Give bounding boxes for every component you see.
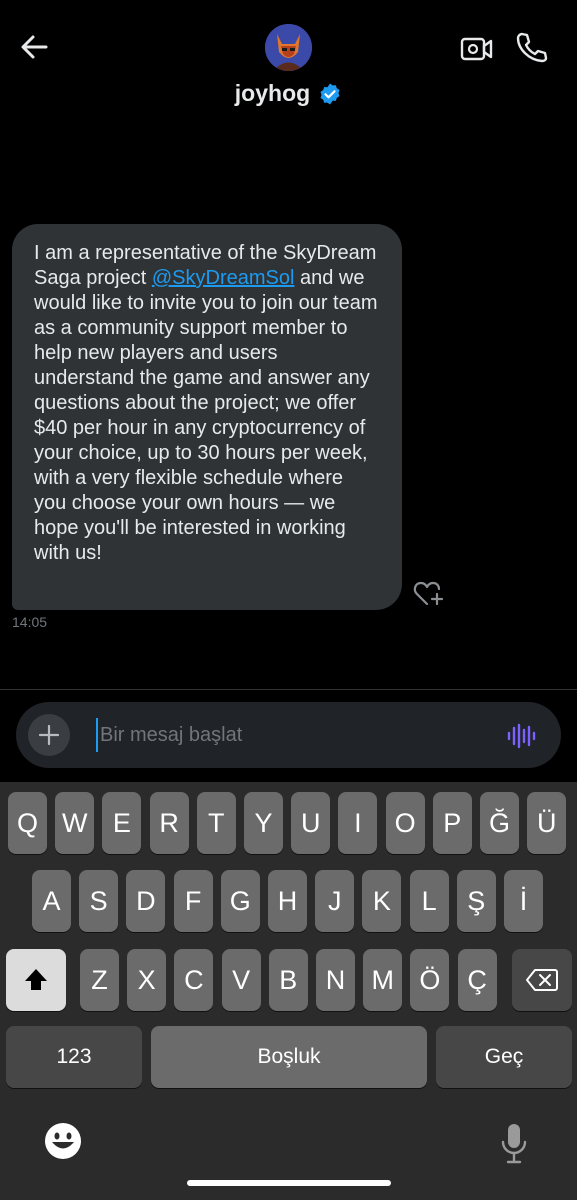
backspace-icon: [526, 969, 558, 991]
key-u[interactable]: U: [291, 792, 331, 854]
key-ü[interactable]: Ü: [527, 792, 567, 854]
on-screen-keyboard: QWERTYUIOPĞÜ ASDFGHJKLŞİ ZXCVBNMÖÇ 123 B…: [0, 782, 577, 1200]
key-q[interactable]: Q: [8, 792, 47, 854]
key-k[interactable]: K: [362, 870, 402, 932]
key-a[interactable]: A: [32, 870, 71, 932]
key-f[interactable]: F: [173, 870, 213, 932]
key-ö[interactable]: Ö: [410, 949, 450, 1011]
verified-badge-icon: [318, 82, 342, 106]
key-t[interactable]: T: [196, 792, 236, 854]
key-r[interactable]: R: [149, 792, 189, 854]
key-i[interactable]: I: [338, 792, 378, 854]
username: joyhog: [234, 80, 311, 106]
key-b[interactable]: B: [268, 949, 308, 1011]
voice-message-icon[interactable]: [506, 722, 536, 750]
key-l[interactable]: L: [409, 870, 449, 932]
back-arrow-icon[interactable]: [18, 30, 52, 64]
key-ş[interactable]: Ş: [456, 870, 496, 932]
key-ç[interactable]: Ç: [457, 949, 497, 1011]
key-n[interactable]: N: [316, 949, 355, 1011]
message-text: I am a representative of the SkyDream Sa…: [34, 241, 380, 566]
key-v[interactable]: V: [221, 949, 261, 1011]
avatar[interactable]: [265, 24, 312, 71]
composer-area: [0, 690, 577, 782]
conversation-header: joyhog: [0, 0, 577, 118]
key-m[interactable]: M: [363, 949, 403, 1011]
message-list: I am a representative of the SkyDream Sa…: [0, 118, 577, 690]
backspace-key[interactable]: [512, 949, 572, 1011]
message-timestamp: 14:05: [12, 614, 48, 630]
message-input[interactable]: [96, 718, 486, 752]
shift-key[interactable]: [6, 949, 66, 1011]
dictation-mic-icon[interactable]: [500, 1122, 528, 1164]
message-composer: [16, 702, 561, 768]
key-p[interactable]: P: [432, 792, 472, 854]
add-attachment-button[interactable]: [28, 714, 70, 756]
phone-call-icon[interactable]: [514, 30, 548, 64]
plus-icon: [38, 724, 60, 746]
key-y[interactable]: Y: [244, 792, 283, 854]
key-d[interactable]: D: [126, 870, 166, 932]
emoji-icon[interactable]: [44, 1122, 82, 1160]
key-x[interactable]: X: [127, 949, 167, 1011]
key-ğ[interactable]: Ğ: [480, 792, 519, 854]
key-s[interactable]: S: [79, 870, 119, 932]
shift-icon: [25, 969, 47, 990]
mention-link[interactable]: @SkyDreamSol: [152, 267, 295, 289]
key-h[interactable]: H: [268, 870, 307, 932]
key-i̇[interactable]: İ: [504, 870, 543, 932]
key-z[interactable]: Z: [80, 949, 119, 1011]
key-j[interactable]: J: [315, 870, 355, 932]
message-text-part: and we would like to invite you to join …: [34, 267, 378, 564]
key-g[interactable]: G: [220, 870, 260, 932]
add-reaction-heart-icon[interactable]: [413, 580, 445, 608]
video-call-icon[interactable]: [460, 34, 494, 64]
key-e[interactable]: E: [102, 792, 142, 854]
username-row[interactable]: joyhog: [0, 80, 577, 107]
key-o[interactable]: O: [385, 792, 425, 854]
return-key[interactable]: Geç: [436, 1026, 572, 1088]
key-w[interactable]: W: [55, 792, 95, 854]
message-bubble[interactable]: I am a representative of the SkyDream Sa…: [12, 224, 402, 610]
home-indicator[interactable]: [187, 1180, 391, 1186]
key-c[interactable]: C: [174, 949, 214, 1011]
space-key[interactable]: Boşluk: [151, 1026, 427, 1088]
numbers-key[interactable]: 123: [6, 1026, 142, 1088]
